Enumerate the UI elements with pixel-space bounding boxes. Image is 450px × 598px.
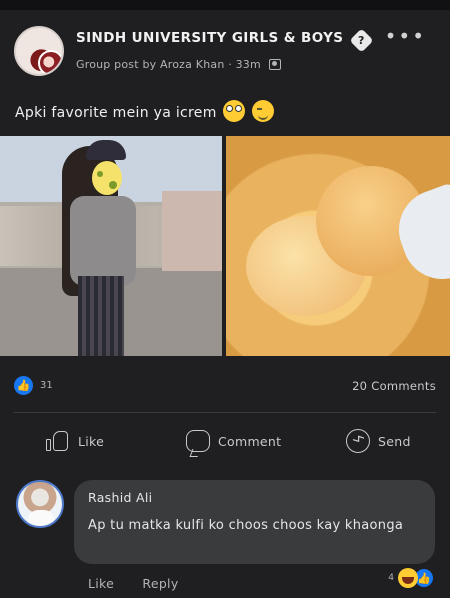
- group-name-text[interactable]: SINDH UNIVERSITY GIRLS & BOYS: [76, 30, 343, 46]
- group-name[interactable]: SINDH UNIVERSITY GIRLS & BOYS?: [76, 28, 374, 53]
- post-header: SINDH UNIVERSITY GIRLS & BOYS? Group pos…: [14, 26, 434, 84]
- comment-icon: [186, 430, 210, 452]
- send-label: Send: [378, 433, 411, 449]
- more-options-icon[interactable]: •••: [385, 26, 426, 46]
- messenger-icon: [346, 429, 370, 453]
- photo-building: [162, 191, 222, 271]
- avocado-sticker-icon: [92, 161, 122, 195]
- badge-glyph: ?: [358, 34, 366, 47]
- laugh-icon: [398, 568, 418, 588]
- post-caption: Apki favorite mein ya icrem: [15, 100, 275, 122]
- post-meta: Group post by Aroza Khan · 33m: [76, 58, 281, 71]
- like-reaction-icon[interactable]: 👍: [14, 376, 33, 395]
- post-time[interactable]: 33m: [236, 58, 261, 71]
- photo-hat: [86, 140, 126, 160]
- comment-author[interactable]: Rashid Ali: [88, 490, 152, 505]
- comment-button[interactable]: Comment: [186, 424, 281, 458]
- comment-reactions[interactable]: 4 👍: [388, 568, 434, 588]
- nerd-face-icon: [223, 100, 246, 122]
- group-icon: [268, 59, 281, 70]
- author-avatar[interactable]: [38, 50, 62, 74]
- group-avatar[interactable]: [14, 26, 64, 76]
- caption-text: Apki favorite mein ya icrem: [15, 105, 217, 121]
- divider: [14, 412, 436, 413]
- post-actions: Like Comment Send: [0, 424, 450, 458]
- like-button[interactable]: Like: [46, 424, 104, 458]
- commenter-avatar[interactable]: [16, 480, 64, 528]
- like-count[interactable]: 31: [40, 380, 53, 391]
- comment-like-button[interactable]: Like: [88, 576, 114, 591]
- send-button[interactable]: Send: [346, 424, 411, 458]
- comments-count[interactable]: 20 Comments: [352, 379, 436, 393]
- reaction-count: 4: [388, 573, 394, 583]
- status-strip: [0, 0, 450, 10]
- comment-text: Ap tu matka kulfi ko choos choos kay kha…: [88, 518, 404, 533]
- comment-label: Comment: [218, 433, 282, 449]
- post-author[interactable]: Aroza Khan: [160, 58, 224, 71]
- post-photo-icecream[interactable]: [226, 136, 450, 356]
- photo-trousers: [78, 276, 124, 356]
- meta-separator: ·: [228, 58, 232, 71]
- meta-prefix: Group post by: [76, 58, 157, 71]
- comment-reply-button[interactable]: Reply: [142, 576, 178, 591]
- comment-bubble[interactable]: Rashid Ali Ap tu matka kulfi ko choos ch…: [74, 480, 435, 564]
- comment-actions: Like Reply: [88, 576, 203, 591]
- winking-face-icon: [252, 100, 275, 122]
- post-photo-girl[interactable]: [0, 136, 222, 356]
- like-label: Like: [78, 433, 105, 449]
- photo-sweater: [70, 196, 136, 286]
- post-stats: 👍 31 20 Comments: [14, 376, 436, 396]
- thumbs-up-icon: [46, 430, 70, 452]
- badge-icon: ?: [349, 28, 374, 53]
